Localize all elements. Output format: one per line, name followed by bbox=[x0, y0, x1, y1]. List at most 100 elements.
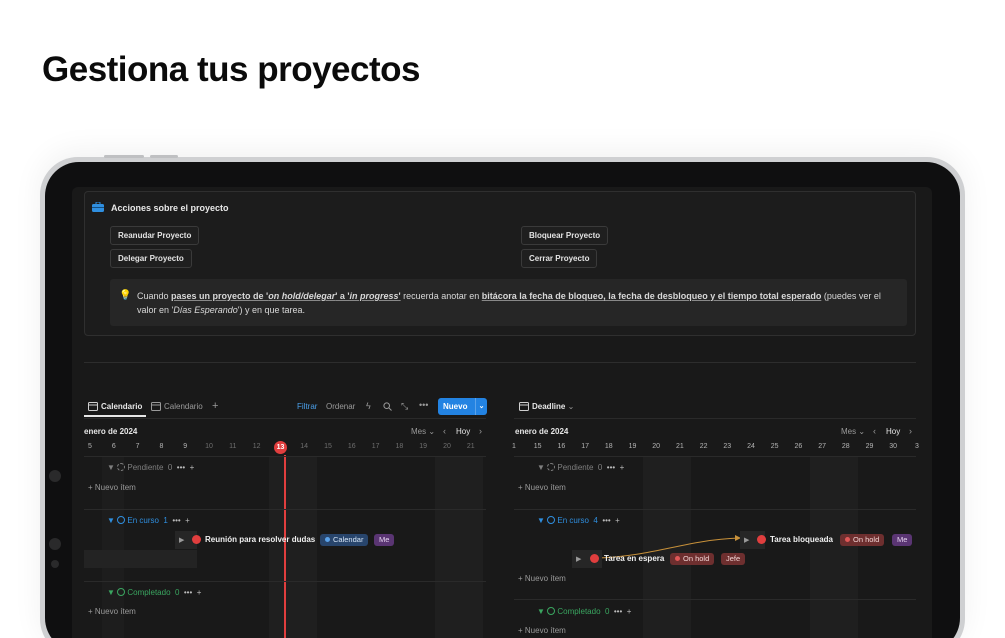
day-label: 8 bbox=[159, 443, 164, 450]
tag-me: Me bbox=[374, 534, 395, 546]
sort-button[interactable]: Ordenar bbox=[326, 402, 355, 411]
day-label: 3 bbox=[914, 443, 919, 450]
day-label: 28 bbox=[841, 443, 850, 450]
tag-me: Me bbox=[892, 534, 913, 546]
task-title[interactable]: Tarea en espera bbox=[604, 554, 664, 563]
calendar-view-icon bbox=[88, 402, 98, 411]
day-label: 7 bbox=[135, 443, 140, 450]
more-icon[interactable]: ••• bbox=[419, 400, 428, 410]
weekend-shade bbox=[269, 457, 317, 638]
calendar-icon bbox=[151, 402, 161, 411]
tab-deadline[interactable]: Deadline ⌄ bbox=[532, 402, 574, 411]
day-label: 24 bbox=[747, 443, 755, 450]
day-label: 18 bbox=[395, 443, 404, 450]
day-label: 16 bbox=[347, 443, 356, 450]
sidebar-dot bbox=[49, 470, 61, 482]
play-icon[interactable]: ▶ bbox=[576, 555, 581, 563]
new-item-row[interactable]: + Nuevo ítem bbox=[88, 607, 136, 616]
search-icon[interactable] bbox=[383, 402, 392, 411]
prev-icon[interactable]: ‹ bbox=[443, 426, 446, 436]
new-item-label: Nuevo ítem bbox=[524, 483, 566, 492]
tip-text: Cuando pases un proyecto de 'on hold/del… bbox=[137, 289, 897, 317]
add-view-icon[interactable]: + bbox=[212, 400, 218, 412]
play-icon[interactable]: ▶ bbox=[744, 536, 749, 544]
close-project-button[interactable]: Cerrar Proyecto bbox=[521, 249, 598, 268]
group-pending[interactable]: ▼ Pendiente 0 ••• + bbox=[107, 463, 194, 472]
resume-project-button[interactable]: Reanudar Proyecto bbox=[110, 226, 200, 245]
tag-label: On hold bbox=[683, 554, 710, 563]
deadline-view-icon bbox=[519, 402, 529, 411]
task-status-icon bbox=[757, 535, 766, 544]
grid-line bbox=[514, 599, 916, 600]
chevron-down-icon[interactable]: ⌄ bbox=[475, 398, 487, 415]
group-pending[interactable]: ▼ Pendiente 0 ••• + bbox=[537, 463, 624, 472]
group-completed[interactable]: ▼ Completado 0 ••• + bbox=[107, 588, 201, 597]
new-item-label: Nuevo ítem bbox=[94, 483, 136, 492]
task-status-icon bbox=[192, 535, 201, 544]
day-label: 22 bbox=[699, 443, 708, 450]
tag-label: Calendar bbox=[333, 535, 364, 544]
day-label: 19 bbox=[419, 443, 428, 450]
sidebar-dot bbox=[51, 560, 59, 568]
day-label: 25 bbox=[770, 443, 779, 450]
range-select[interactable]: Mes ⌄ bbox=[841, 427, 865, 436]
group-count: 0 bbox=[167, 463, 173, 472]
task-title[interactable]: Tarea bloqueada bbox=[770, 535, 833, 544]
prev-icon[interactable]: ‹ bbox=[873, 426, 876, 436]
tab-calendar[interactable]: Calendario bbox=[164, 402, 203, 411]
group-count: 0 bbox=[604, 607, 610, 616]
tablet-button bbox=[104, 155, 144, 158]
filter-button[interactable]: Filtrar bbox=[297, 402, 317, 411]
day-label: 1 bbox=[512, 443, 516, 450]
group-count: 4 bbox=[593, 516, 598, 525]
grid-line bbox=[84, 581, 486, 582]
group-label: En curso bbox=[127, 516, 159, 525]
callout-title: Acciones sobre el proyecto bbox=[111, 203, 229, 213]
tip-fragment: bitácora la fecha de bloqueo, la fecha d… bbox=[481, 291, 822, 301]
next-icon[interactable]: › bbox=[909, 426, 912, 436]
tablet-button bbox=[150, 155, 178, 158]
new-item-row[interactable]: + Nuevo ítem bbox=[518, 626, 566, 635]
group-completed[interactable]: ▼ Completado 0 ••• + bbox=[537, 607, 631, 616]
group-count: 0 bbox=[174, 588, 180, 597]
block-project-button[interactable]: Bloquear Proyecto bbox=[521, 226, 609, 245]
tag-jefe: Jefe bbox=[721, 553, 746, 565]
task-title[interactable]: Reunión para resolver dudas bbox=[205, 535, 315, 544]
weekend-shade bbox=[435, 457, 483, 638]
day-label: 14 bbox=[300, 443, 309, 450]
play-icon[interactable]: ▶ bbox=[179, 536, 184, 544]
day-label: 21 bbox=[466, 443, 475, 450]
group-label: Completado bbox=[557, 607, 601, 616]
group-in-progress[interactable]: ▼ En curso 1 ••• + bbox=[107, 516, 190, 525]
tip-fragment: in progress bbox=[349, 291, 399, 301]
day-label: 5 bbox=[88, 443, 92, 450]
group-label: En curso bbox=[557, 516, 589, 525]
new-button[interactable]: Nuevo ⌄ bbox=[438, 398, 487, 415]
tag-on-hold: On hold bbox=[840, 534, 885, 546]
day-label: 30 bbox=[889, 443, 898, 450]
day-label: 15 bbox=[533, 443, 542, 450]
group-count: 1 bbox=[163, 516, 168, 525]
grid-line bbox=[514, 456, 916, 457]
next-icon[interactable]: › bbox=[479, 426, 482, 436]
expand-icon[interactable]: ⤡ bbox=[401, 401, 408, 412]
today-button[interactable]: Hoy bbox=[456, 427, 470, 436]
new-item-row[interactable]: + Nuevo ítem bbox=[518, 574, 566, 583]
day-label: 27 bbox=[818, 443, 826, 450]
today-button[interactable]: Hoy bbox=[886, 427, 900, 436]
tab-calendar-active[interactable]: Calendario bbox=[101, 402, 142, 411]
task-status-icon bbox=[590, 554, 599, 563]
delegate-project-button[interactable]: Delegar Proyecto bbox=[110, 249, 192, 268]
group-in-progress[interactable]: ▼ En curso 4 ••• + bbox=[537, 516, 620, 525]
day-label: 9 bbox=[183, 443, 188, 450]
month-label: enero de 2024 bbox=[84, 427, 138, 436]
new-item-row[interactable]: + Nuevo ítem bbox=[518, 483, 566, 492]
day-label: 17 bbox=[581, 443, 589, 450]
group-count: 0 bbox=[597, 463, 603, 472]
day-label: 6 bbox=[111, 443, 116, 450]
new-item-row[interactable]: + Nuevo ítem bbox=[88, 483, 136, 492]
group-label: Pendiente bbox=[557, 463, 594, 472]
range-select[interactable]: Mes ⌄ bbox=[411, 427, 435, 436]
grid-line bbox=[84, 509, 486, 510]
lightning-icon[interactable]: ϟ bbox=[366, 401, 371, 411]
